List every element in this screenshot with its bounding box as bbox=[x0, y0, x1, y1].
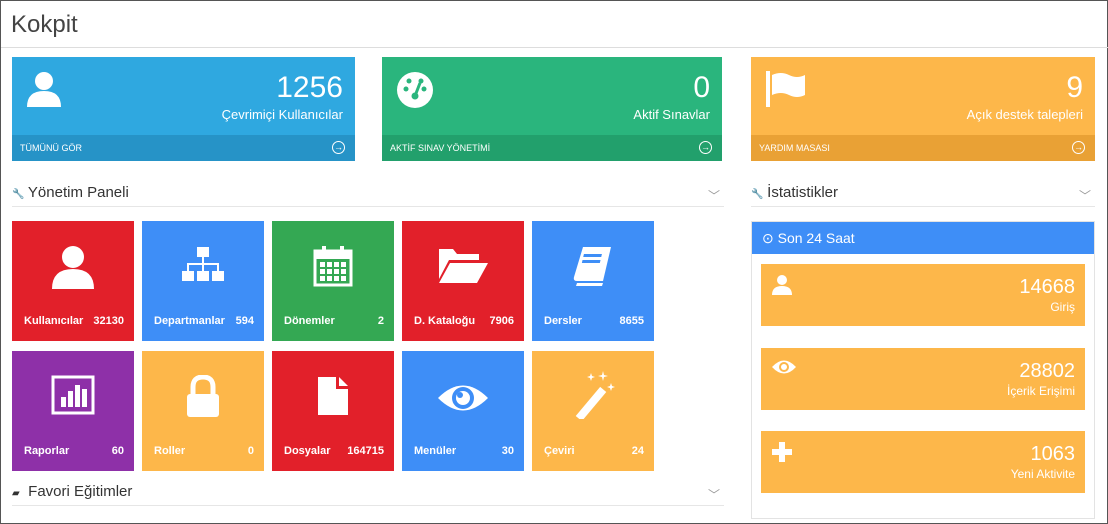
panel-header: ⊙ Son 24 Saat bbox=[752, 222, 1094, 254]
stat-label: Açık destek talepleri bbox=[966, 107, 1083, 122]
wrench-icon: 🔧 bbox=[751, 189, 764, 200]
tile-label: Dönemler bbox=[284, 315, 335, 327]
eye-icon bbox=[771, 358, 797, 381]
arrow-right-circle-icon: → bbox=[699, 141, 712, 154]
tile-label: Dersler bbox=[544, 315, 582, 327]
stat-new-activity: 1063 Yeni Aktivite bbox=[761, 431, 1085, 493]
sitemap-icon bbox=[181, 245, 225, 290]
exam-management-link[interactable]: AKTİF SINAV YÖNETİMİ → bbox=[382, 135, 722, 161]
stat-card-support-tickets: 9 Açık destek talepleri YARDIM MASASI → bbox=[751, 57, 1095, 161]
section-title: Yönetim Paneli bbox=[27, 184, 129, 201]
chevron-down-icon[interactable]: ﹀ bbox=[1079, 187, 1091, 204]
book-icon: ▰ bbox=[12, 488, 20, 499]
tile-label: Menüler bbox=[414, 445, 457, 457]
panel-title: Son 24 Saat bbox=[777, 230, 855, 246]
tile-menus[interactable]: Menüler 30 bbox=[402, 351, 524, 471]
flag-icon bbox=[763, 69, 809, 114]
tile-label: Raporlar bbox=[24, 445, 70, 457]
folder-open-icon bbox=[437, 245, 489, 290]
tile-users[interactable]: Kullanıcılar 32130 bbox=[12, 221, 134, 341]
arrow-right-circle-icon: → bbox=[1072, 141, 1085, 154]
tile-count: 7906 bbox=[489, 315, 514, 327]
user-icon bbox=[771, 274, 793, 301]
management-panel-header[interactable]: 🔧 Yönetim Paneli ﹀ bbox=[12, 181, 724, 207]
stat-value: 0 bbox=[693, 71, 710, 104]
user-icon bbox=[50, 245, 96, 294]
statistics-header[interactable]: 🔧 İstatistikler ﹀ bbox=[751, 181, 1095, 207]
stat-label: İçerik Erişimi bbox=[1007, 384, 1075, 398]
lock-icon bbox=[184, 374, 222, 424]
tile-reports[interactable]: Raporlar 60 bbox=[12, 351, 134, 471]
bar-chart-icon bbox=[51, 375, 95, 420]
tile-count: 30 bbox=[501, 445, 514, 457]
arrow-right-circle-icon: → bbox=[332, 141, 345, 154]
calendar-icon bbox=[313, 245, 353, 292]
chevron-down-icon[interactable]: ﹀ bbox=[708, 486, 720, 503]
tile-label: Roller bbox=[154, 445, 186, 457]
chevron-down-icon[interactable]: ﹀ bbox=[708, 187, 720, 204]
magic-wand-icon bbox=[569, 369, 617, 424]
stat-label: Aktif Sınavlar bbox=[633, 107, 710, 122]
tile-label: Dosyalar bbox=[284, 445, 331, 457]
section-title: Favori Eğitimler bbox=[28, 483, 133, 500]
tile-count: 2 bbox=[377, 315, 384, 327]
book-icon bbox=[573, 245, 613, 292]
tile-catalog[interactable]: D. Kataloğu 7906 bbox=[402, 221, 524, 341]
tile-label: D. Kataloğu bbox=[414, 315, 476, 327]
stat-value: 28802 bbox=[1019, 360, 1075, 382]
tile-terms[interactable]: Dönemler 2 bbox=[272, 221, 394, 341]
stat-card-online-users: 1256 Çevrimiçi Kullanıcılar TÜMÜNÜ GÖR → bbox=[12, 57, 355, 161]
tile-label: Departmanlar bbox=[154, 315, 225, 327]
section-title: İstatistikler bbox=[767, 184, 839, 201]
stat-label: Giriş bbox=[1050, 300, 1075, 314]
wrench-icon: 🔧 bbox=[12, 189, 25, 200]
stat-value: 1063 bbox=[1030, 443, 1076, 465]
tile-departments[interactable]: Departmanlar 594 bbox=[142, 221, 264, 341]
tile-count: 164715 bbox=[347, 445, 384, 457]
tile-count: 0 bbox=[247, 445, 254, 457]
stat-logins: 14668 Giriş bbox=[761, 264, 1085, 326]
tile-count: 24 bbox=[631, 445, 644, 457]
eye-icon bbox=[436, 381, 490, 420]
footer-label: TÜMÜNÜ GÖR bbox=[20, 143, 82, 153]
footer-label: YARDIM MASASI bbox=[759, 143, 830, 153]
dashboard-gauge-icon bbox=[394, 69, 436, 114]
tile-roles[interactable]: Roller 0 bbox=[142, 351, 264, 471]
stat-label: Çevrimiçi Kullanıcılar bbox=[221, 107, 343, 122]
dashboard-frame: Kokpit 1256 Çevrimiçi Kullanıcılar TÜMÜN… bbox=[0, 0, 1108, 524]
clock-icon: ⊙ bbox=[762, 230, 774, 246]
tile-count: 594 bbox=[235, 315, 254, 327]
plus-icon bbox=[771, 441, 793, 468]
tile-label: Çeviri bbox=[544, 445, 575, 457]
user-icon bbox=[24, 69, 64, 114]
tile-courses[interactable]: Dersler 8655 bbox=[532, 221, 654, 341]
tile-label: Kullanıcılar bbox=[24, 315, 84, 327]
tile-count: 60 bbox=[111, 445, 124, 457]
view-all-link[interactable]: TÜMÜNÜ GÖR → bbox=[12, 135, 355, 161]
stat-value: 9 bbox=[1066, 71, 1083, 104]
tile-files[interactable]: Dosyalar 164715 bbox=[272, 351, 394, 471]
footer-label: AKTİF SINAV YÖNETİMİ bbox=[390, 143, 491, 153]
last-24h-panel: ⊙ Son 24 Saat 14668 Giriş 28802 İçerik E… bbox=[751, 221, 1095, 519]
tile-count: 32130 bbox=[93, 315, 124, 327]
tile-translation[interactable]: Çeviri 24 bbox=[532, 351, 654, 471]
stat-content-access: 28802 İçerik Erişimi bbox=[761, 348, 1085, 410]
tile-count: 8655 bbox=[619, 315, 644, 327]
favorite-courses-header[interactable]: ▰ Favori Eğitimler ﹀ bbox=[12, 480, 724, 506]
title-divider bbox=[1, 47, 1108, 48]
stat-label: Yeni Aktivite bbox=[1010, 467, 1075, 481]
stat-value: 14668 bbox=[1019, 276, 1075, 298]
stat-value: 1256 bbox=[276, 71, 343, 104]
stat-card-active-exams: 0 Aktif Sınavlar AKTİF SINAV YÖNETİMİ → bbox=[382, 57, 722, 161]
file-icon bbox=[316, 375, 350, 422]
page-title: Kokpit bbox=[11, 11, 78, 38]
help-desk-link[interactable]: YARDIM MASASI → bbox=[751, 135, 1095, 161]
